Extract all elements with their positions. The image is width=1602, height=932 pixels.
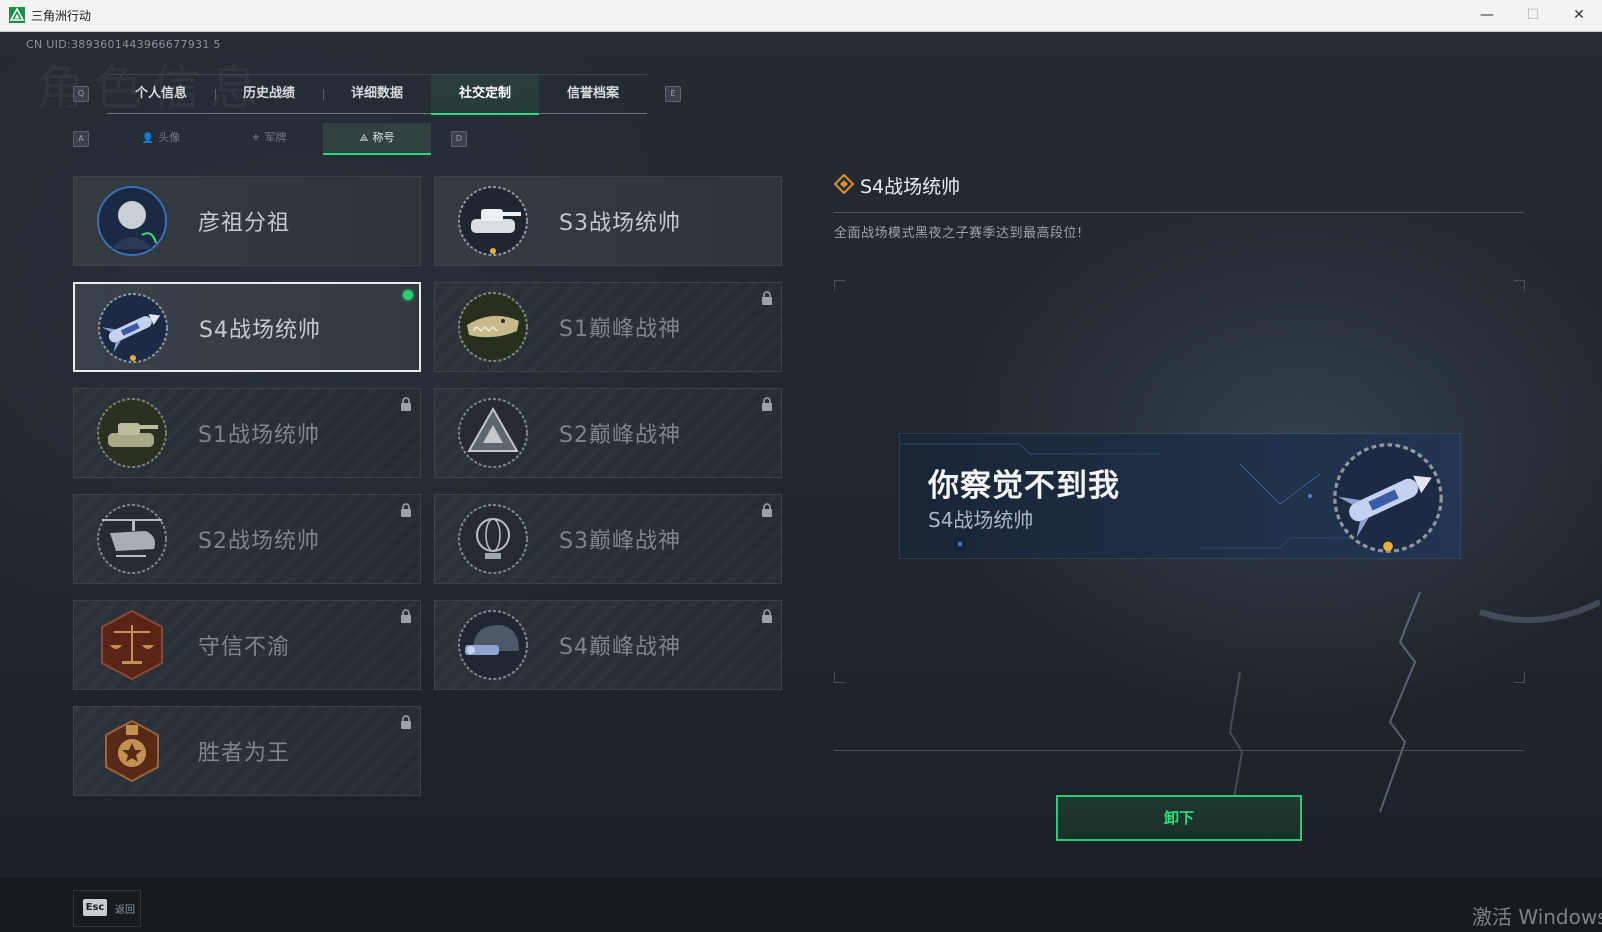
key-hint-a[interactable]: A (73, 131, 89, 147)
title-card[interactable]: 守信不渝 (73, 600, 421, 690)
tank-badge-icon (458, 186, 528, 256)
title-badge-icon: ⟁ (359, 133, 369, 144)
helicopter-badge-icon (97, 504, 167, 574)
unequip-button[interactable]: 卸下 (1056, 795, 1302, 841)
game-area: 角色信息 CN UID:3893601443966677931 5 Q 个人信息… (0, 32, 1602, 932)
subtab-label: 军牌 (264, 131, 287, 144)
lock-icon (401, 503, 411, 517)
tab-social-custom[interactable]: 社交定制 (431, 75, 539, 115)
triangle-badge-icon (458, 398, 528, 468)
title-card[interactable]: S3巅峰战神 (434, 494, 782, 584)
frame-corner (1514, 280, 1525, 291)
equipped-indicator (403, 290, 413, 300)
title-card[interactable]: 彦祖分祖 (73, 176, 421, 266)
title-name: S4战场统帅 (199, 318, 321, 343)
title-card[interactable]: S2巅峰战神 (434, 388, 782, 478)
title-card[interactable]: 胜者为王 (73, 706, 421, 796)
user-uid: CN UID:3893601443966677931 5 (26, 38, 221, 51)
subtab-label: 头像 (158, 131, 181, 144)
title-name: 彦祖分祖 (198, 211, 291, 236)
lock-icon (401, 715, 411, 729)
lock-icon (401, 397, 411, 411)
tab-detailed-data[interactable]: 详细数据 (323, 75, 431, 113)
tab-history[interactable]: 历史战绩 (215, 75, 323, 113)
subtab-label: 称号 (372, 131, 395, 144)
back-label: 返回 (115, 905, 135, 916)
title-card[interactable]: S1巅峰战神 (434, 282, 782, 372)
title-card[interactable]: S2战场统帅 (73, 494, 421, 584)
esc-key-icon: Esc (83, 899, 107, 916)
title-card[interactable]: S4巅峰战神 (434, 600, 782, 690)
divider (834, 750, 1524, 751)
detail-description: 全面战场模式黑夜之子赛季达到最高段位! (834, 226, 1083, 241)
title-name: S3巅峰战神 (559, 529, 681, 554)
divider (834, 212, 1524, 213)
frame-corner (834, 672, 845, 683)
key-hint-q[interactable]: Q (73, 86, 89, 102)
helmet-badge-icon (458, 610, 528, 680)
title-name: S4巅峰战神 (559, 635, 681, 660)
scales-badge-icon (101, 609, 163, 681)
person-icon: 👤 (141, 133, 155, 144)
title-name: 胜者为王 (198, 741, 291, 766)
lock-icon (762, 503, 772, 517)
sub-tabs: 👤 头像 ⚜ 军牌 ⟁ 称号 (107, 123, 431, 155)
title-name: S1战场统帅 (198, 423, 320, 448)
missile-badge-icon (1333, 443, 1443, 553)
maximize-button[interactable]: ☐ (1510, 0, 1556, 31)
frame-corner (834, 280, 845, 291)
key-hint-e[interactable]: E (665, 86, 681, 102)
window-titlebar: 三角洲行动 — ☐ ✕ (0, 0, 1602, 32)
activation-watermark: 激活 Windows (1472, 905, 1602, 929)
detail-title: S4战场统帅 (860, 176, 961, 198)
main-tabs: 个人信息 历史战绩 详细数据 社交定制 信誉档案 (107, 74, 647, 115)
title-name: S3战场统帅 (559, 211, 681, 236)
subtab-dogtag[interactable]: ⚜ 军牌 (215, 123, 323, 153)
title-name: 守信不渝 (198, 635, 291, 660)
diamond-marker-icon (834, 174, 854, 194)
missile-badge-icon (98, 293, 168, 363)
lock-icon (401, 609, 411, 623)
lock-icon (762, 609, 772, 623)
tab-personal-info[interactable]: 个人信息 (107, 75, 215, 113)
title-card-selected[interactable]: S4战场统帅 (73, 282, 421, 372)
preview-title-text: 你察觉不到我 (928, 468, 1120, 504)
key-hint-d[interactable]: D (451, 131, 467, 147)
window-title: 三角洲行动 (31, 9, 92, 23)
medal-badge-icon (105, 719, 159, 783)
lightning-decoration (1227, 591, 1600, 833)
tab-reputation[interactable]: 信誉档案 (539, 75, 647, 113)
subtab-title[interactable]: ⟁ 称号 (323, 123, 431, 155)
app-logo-icon (9, 7, 25, 23)
title-preview-banner: 你察觉不到我 S4战场统帅 (900, 434, 1460, 558)
preview-subtitle-text: S4战场统帅 (928, 508, 1034, 532)
lock-icon (762, 291, 772, 305)
subtab-avatar[interactable]: 👤 头像 (107, 123, 215, 153)
title-card[interactable]: S3战场统帅 (434, 176, 782, 266)
globe-badge-icon (458, 504, 528, 574)
title-name: S2巅峰战神 (559, 423, 681, 448)
tank-badge-icon (97, 398, 167, 468)
portrait-badge-icon (97, 186, 167, 256)
title-name: S2战场统帅 (198, 529, 320, 554)
title-name: S1巅峰战神 (559, 317, 681, 342)
crocodile-badge-icon (458, 292, 528, 362)
minimize-button[interactable]: — (1464, 0, 1510, 31)
close-button[interactable]: ✕ (1556, 0, 1602, 31)
bottom-bar (0, 878, 1602, 932)
dogtag-icon: ⚜ (251, 133, 261, 144)
title-card[interactable]: S1战场统帅 (73, 388, 421, 478)
lock-icon (762, 397, 772, 411)
